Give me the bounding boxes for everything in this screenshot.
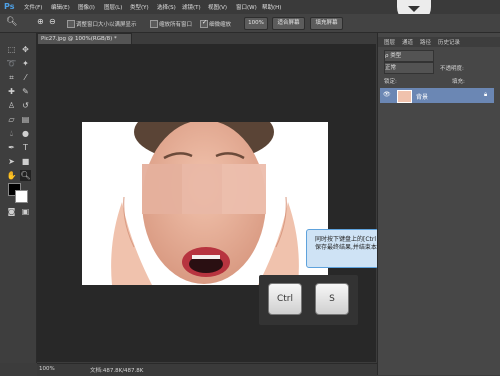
menu-image[interactable]: 图像(I): [78, 3, 95, 11]
zoom-all-checkbox[interactable]: [150, 20, 158, 28]
menu-type[interactable]: 类型(Y): [130, 3, 149, 11]
scrubby-zoom-label: 细微缩放: [209, 22, 232, 28]
scrubby-zoom-checkbox[interactable]: [200, 19, 208, 28]
brush-tool-icon[interactable]: ✎: [20, 86, 31, 97]
menu-window[interactable]: 窗口(W): [236, 3, 257, 11]
zoom-level[interactable]: 100%: [39, 366, 55, 372]
lasso-tool-icon[interactable]: ➰: [6, 58, 17, 69]
blur-tool-icon[interactable]: 💧︎: [6, 128, 17, 139]
crop-tool-icon[interactable]: ⌗: [6, 72, 17, 83]
zoom-tool-active-icon[interactable]: 🔍︎: [20, 170, 31, 181]
fill-label: 填充:: [452, 79, 465, 85]
screen-mode-icon[interactable]: ▣: [20, 206, 31, 217]
clone-stamp-tool-icon[interactable]: ♙: [6, 100, 17, 111]
path-selection-tool-icon[interactable]: ➤: [6, 156, 17, 167]
opacity-label: 不透明度:: [440, 66, 464, 72]
menu-file[interactable]: 文件(F): [24, 3, 42, 11]
resize-windows-checkbox[interactable]: [67, 20, 75, 28]
move-tool-icon[interactable]: ✥: [20, 44, 31, 55]
healing-brush-tool-icon[interactable]: ✚: [6, 86, 17, 97]
tab-paths[interactable]: 路径: [420, 38, 431, 46]
blend-mode-select[interactable]: 正常: [384, 62, 434, 74]
type-tool-icon[interactable]: T: [20, 142, 31, 153]
actual-pixels-button[interactable]: 100%: [244, 17, 268, 30]
menu-help[interactable]: 帮助(H): [262, 3, 281, 11]
marquee-tool-icon[interactable]: ⬚: [6, 44, 17, 55]
dodge-tool-icon[interactable]: ●: [20, 128, 31, 139]
eye-icon[interactable]: 👁︎: [383, 91, 391, 98]
lock-icon: 🔒︎: [484, 91, 488, 98]
tab-layers[interactable]: 图层: [384, 38, 395, 46]
shortcut-keys: Ctrl S: [259, 275, 358, 325]
menu-edit[interactable]: 编辑(E): [51, 3, 70, 11]
pen-tool-icon[interactable]: ✒: [6, 142, 17, 153]
zoom-out-icon[interactable]: ⊖: [49, 17, 56, 26]
layer-thumbnail: [397, 90, 412, 103]
menu-select[interactable]: 选择(S): [157, 3, 176, 11]
menu-view[interactable]: 视图(V): [208, 3, 227, 11]
fill-screen-button[interactable]: 填充屏幕: [310, 17, 343, 30]
menu-layer[interactable]: 图层(L): [104, 3, 122, 11]
background-color-swatch[interactable]: [15, 190, 28, 203]
layer-name: 背景: [416, 94, 429, 101]
fit-screen-button[interactable]: 适合屏幕: [272, 17, 305, 30]
eyedropper-tool-icon[interactable]: ⁄: [20, 72, 31, 83]
document-size: 文档:487.8K/487.8K: [90, 368, 144, 374]
magic-wand-tool-icon[interactable]: ✦: [20, 58, 31, 69]
lock-label: 锁定:: [384, 79, 397, 85]
zoom-in-icon[interactable]: ⊕: [37, 17, 44, 26]
zoom-tool-icon[interactable]: 🔍︎: [6, 17, 17, 27]
gradient-tool-icon[interactable]: ▤: [20, 114, 31, 125]
eraser-tool-icon[interactable]: ▱: [6, 114, 17, 125]
menu-filter[interactable]: 滤镜(T): [182, 3, 201, 11]
chevron-down-icon: [408, 6, 420, 12]
quick-mask-icon[interactable]: ◙: [6, 206, 17, 217]
s-key: S: [315, 283, 349, 315]
hand-tool-icon[interactable]: ✋: [6, 170, 17, 181]
tab-history[interactable]: 历史记录: [438, 38, 460, 46]
status-bar: 100% 文档:487.8K/487.8K: [37, 363, 377, 376]
zoom-all-label: 缩放所有窗口: [159, 22, 193, 28]
layer-row-background[interactable]: 👁︎ 背景 🔒︎: [380, 88, 494, 103]
history-brush-tool-icon[interactable]: ↺: [20, 100, 31, 111]
document-image: [82, 122, 328, 285]
resize-windows-label: 调整窗口大小以满屏显示: [76, 22, 137, 28]
tab-channels[interactable]: 通道: [402, 38, 413, 46]
layer-kind-filter[interactable]: ρ 类型: [384, 50, 434, 62]
app-logo: Ps: [4, 2, 15, 11]
shape-tool-icon[interactable]: ■: [20, 156, 31, 167]
ctrl-key: Ctrl: [268, 283, 302, 315]
